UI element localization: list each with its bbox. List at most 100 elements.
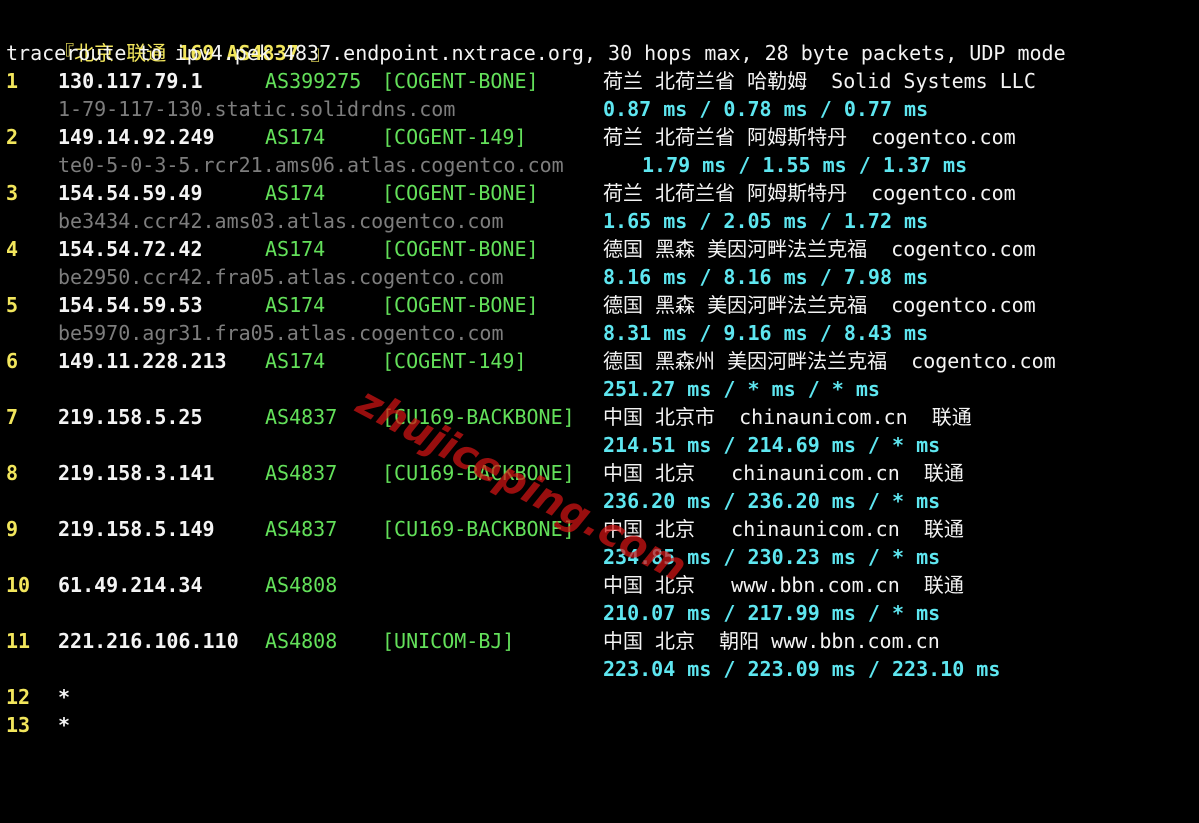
hop-row: 5 154.54.59.53 AS174 [COGENT-BONE] 德国 黑森…: [6, 291, 1196, 319]
hop-geo: 中国 北京 www.bbn.com.cn 联通: [603, 573, 964, 597]
hop-ip: 154.54.72.42: [58, 237, 203, 261]
hop-geo: 荷兰 北荷兰省 阿姆斯特丹 cogentco.com: [603, 125, 1016, 149]
hop-asn: AS4808: [265, 629, 338, 653]
hop-number: 4: [6, 237, 19, 261]
hop-geo: 中国 北京 朝阳 www.bbn.com.cn: [603, 629, 940, 653]
hop-detail-row: 1-79-117-130.static.solidrdns.com 0.87 m…: [6, 95, 1196, 123]
hop-ip: 61.49.214.34: [58, 573, 203, 597]
hop-row: 1 130.117.79.1 AS399275 [COGENT-BONE] 荷兰…: [6, 67, 1196, 95]
hop-detail-row: be5970.agr31.fra05.atlas.cogentco.com 8.…: [6, 319, 1196, 347]
hop-geo: 德国 黑森 美因河畔法兰克福 cogentco.com: [603, 293, 1036, 317]
hop-rtt: 234.85 ms / 230.23 ms / * ms: [603, 545, 941, 569]
hop-number: 12: [6, 685, 31, 709]
hop-number: 13: [6, 713, 31, 737]
header-line: 『北京 联通 169 AS4837 』: [6, 11, 1196, 65]
hop-ip: 219.158.5.149: [58, 517, 215, 541]
hop-rdns: be3434.ccr42.ams03.atlas.cogentco.com: [58, 209, 504, 233]
hop-number: 1: [6, 69, 19, 93]
hop-tag: [UNICOM-BJ]: [382, 629, 515, 653]
hop-geo: 德国 黑森州 美因河畔法兰克福 cogentco.com: [603, 349, 1056, 373]
hop-asn: AS174: [265, 349, 326, 373]
hop-rdns: be2950.ccr42.fra05.atlas.cogentco.com: [58, 265, 504, 289]
hop-ip: 221.216.106.110: [58, 629, 239, 653]
hop-row: 11 221.216.106.110 AS4808 [UNICOM-BJ] 中国…: [6, 627, 1196, 655]
hop-number: 9: [6, 517, 19, 541]
hop-tag: [COGENT-BONE]: [382, 293, 539, 317]
hop-rtt: 1.65 ms / 2.05 ms / 1.72 ms: [603, 209, 929, 233]
hop-number: 3: [6, 181, 19, 205]
hop-tag: [CU169-BACKBONE]: [382, 405, 575, 429]
hop-number: 8: [6, 461, 19, 485]
timeout-mark: *: [58, 713, 71, 737]
hop-row: 2 149.14.92.249 AS174 [COGENT-149] 荷兰 北荷…: [6, 123, 1196, 151]
hop-detail-row: te0-5-0-3-5.rcr21.ams06.atlas.cogentco.c…: [6, 151, 1196, 179]
hop-tag: [COGENT-BONE]: [382, 237, 539, 261]
hop-tag: [COGENT-149]: [382, 349, 527, 373]
hop-detail-row: 223.04 ms / 223.09 ms / 223.10 ms: [6, 655, 1196, 683]
hop-rtt: 214.51 ms / 214.69 ms / * ms: [603, 433, 941, 457]
hop-number: 7: [6, 405, 19, 429]
hop-ip: 219.158.3.141: [58, 461, 215, 485]
hop-ip: 149.14.92.249: [58, 125, 215, 149]
hop-row: 4 154.54.72.42 AS174 [COGENT-BONE] 德国 黑森…: [6, 235, 1196, 263]
hop-tag: [COGENT-BONE]: [382, 69, 539, 93]
terminal-output[interactable]: 『北京 联通 169 AS4837 』 traceroute to ipv4.p…: [6, 11, 1196, 739]
hop-rdns: te0-5-0-3-5.rcr21.ams06.atlas.cogentco.c…: [58, 153, 564, 177]
hop-number: 5: [6, 293, 19, 317]
hop-number: 6: [6, 349, 19, 373]
hop-rtt: 0.87 ms / 0.78 ms / 0.77 ms: [603, 97, 929, 121]
hop-asn: AS174: [265, 125, 326, 149]
hop-geo: 中国 北京 chinaunicom.cn 联通: [603, 517, 964, 541]
hop-asn: AS174: [265, 293, 326, 317]
timeout-row: 13 *: [6, 711, 1196, 739]
hop-geo: 中国 北京市 chinaunicom.cn 联通: [603, 405, 972, 429]
hop-rtt: 210.07 ms / 217.99 ms / * ms: [603, 601, 941, 625]
hop-row: 6 149.11.228.213 AS174 [COGENT-149] 德国 黑…: [6, 347, 1196, 375]
hop-detail-row: be3434.ccr42.ams03.atlas.cogentco.com 1.…: [6, 207, 1196, 235]
hop-geo: 荷兰 北荷兰省 哈勒姆 Solid Systems LLC: [603, 69, 1036, 93]
hop-tag: [COGENT-BONE]: [382, 181, 539, 205]
hop-row: 3 154.54.59.49 AS174 [COGENT-BONE] 荷兰 北荷…: [6, 179, 1196, 207]
hop-detail-row: 234.85 ms / 230.23 ms / * ms: [6, 543, 1196, 571]
hop-detail-row: 214.51 ms / 214.69 ms / * ms: [6, 431, 1196, 459]
hop-tag: [CU169-BACKBONE]: [382, 461, 575, 485]
hop-asn: AS4808: [265, 573, 338, 597]
hop-row: 10 61.49.214.34 AS4808 中国 北京 www.bbn.com…: [6, 571, 1196, 599]
hop-row: 9 219.158.5.149 AS4837 [CU169-BACKBONE] …: [6, 515, 1196, 543]
command-line: traceroute to ipv4.pek-4837.endpoint.nxt…: [6, 41, 1066, 65]
hop-number: 2: [6, 125, 19, 149]
hop-ip: 130.117.79.1: [58, 69, 203, 93]
hop-geo: 中国 北京 chinaunicom.cn 联通: [603, 461, 964, 485]
timeout-mark: *: [58, 685, 71, 709]
hop-rtt: 236.20 ms / 236.20 ms / * ms: [603, 489, 941, 513]
hop-asn: AS174: [265, 181, 326, 205]
hop-detail-row: 210.07 ms / 217.99 ms / * ms: [6, 599, 1196, 627]
hop-asn: AS174: [265, 237, 326, 261]
hop-rtt: 251.27 ms / * ms / * ms: [603, 377, 880, 401]
hop-rdns: 1-79-117-130.static.solidrdns.com: [58, 97, 456, 121]
hop-tag: [COGENT-149]: [382, 125, 527, 149]
hop-rtt: 8.16 ms / 8.16 ms / 7.98 ms: [603, 265, 929, 289]
hop-ip: 154.54.59.53: [58, 293, 203, 317]
hop-tag: [CU169-BACKBONE]: [382, 517, 575, 541]
hop-detail-row: be2950.ccr42.fra05.atlas.cogentco.com 8.…: [6, 263, 1196, 291]
hop-asn: AS4837: [265, 405, 338, 429]
hop-rtt: 1.79 ms / 1.55 ms / 1.37 ms: [642, 153, 968, 177]
hop-geo: 德国 黑森 美因河畔法兰克福 cogentco.com: [603, 237, 1036, 261]
hop-asn: AS399275: [265, 69, 362, 93]
hop-rdns: be5970.agr31.fra05.atlas.cogentco.com: [58, 321, 504, 345]
hop-row: 7 219.158.5.25 AS4837 [CU169-BACKBONE] 中…: [6, 403, 1196, 431]
hop-asn: AS4837: [265, 517, 338, 541]
timeout-row: 12 *: [6, 683, 1196, 711]
hop-detail-row: 236.20 ms / 236.20 ms / * ms: [6, 487, 1196, 515]
hop-detail-row: 251.27 ms / * ms / * ms: [6, 375, 1196, 403]
hop-ip: 219.158.5.25: [58, 405, 203, 429]
hop-ip: 154.54.59.49: [58, 181, 203, 205]
hop-number: 10: [6, 573, 31, 597]
hop-ip: 149.11.228.213: [58, 349, 227, 373]
hop-geo: 荷兰 北荷兰省 阿姆斯特丹 cogentco.com: [603, 181, 1016, 205]
hop-asn: AS4837: [265, 461, 338, 485]
hop-row: 8 219.158.3.141 AS4837 [CU169-BACKBONE] …: [6, 459, 1196, 487]
hop-number: 11: [6, 629, 31, 653]
hop-rtt: 223.04 ms / 223.09 ms / 223.10 ms: [603, 657, 1001, 681]
